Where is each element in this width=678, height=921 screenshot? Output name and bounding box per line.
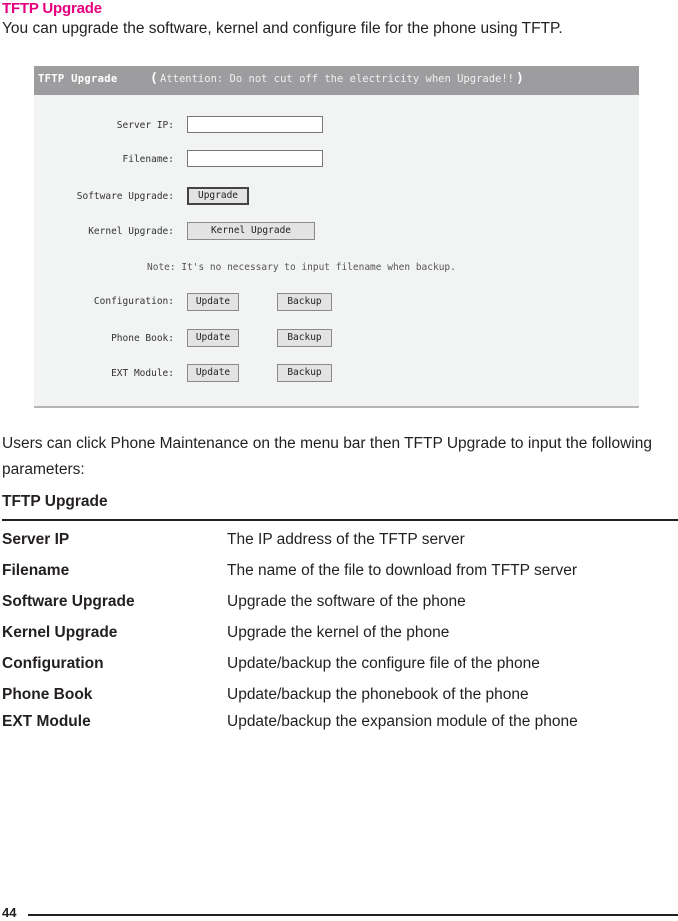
param-description: Update/backup the phonebook of the phone xyxy=(227,686,529,703)
filename-input[interactable] xyxy=(187,150,323,167)
footer-rule xyxy=(28,914,678,916)
instructions-paragraph: Users can click Phone Maintenance on the… xyxy=(2,435,652,478)
param-name: EXT Module xyxy=(2,713,91,730)
param-description: The name of the file to download from TF… xyxy=(227,562,578,579)
phone-book-backup-button[interactable]: Backup xyxy=(277,329,332,347)
param-name: Configuration xyxy=(2,655,104,672)
param-name: Phone Book xyxy=(2,686,93,703)
backup-note: Note: It's no necessary to input filenam… xyxy=(147,262,456,273)
phone-book-update-button[interactable]: Update xyxy=(187,329,239,347)
parameter-table-title: TFTP Upgrade xyxy=(2,493,108,510)
filename-label: Filename: xyxy=(122,154,174,165)
intro-text: You can upgrade the software, kernel and… xyxy=(2,20,563,37)
ext-module-label: EXT Module: xyxy=(111,368,174,379)
param-name: Kernel Upgrade xyxy=(2,624,118,641)
section-title: TFTP Upgrade xyxy=(2,0,102,17)
software-upgrade-button[interactable]: Upgrade xyxy=(187,187,249,205)
param-description: Update/backup the expansion module of th… xyxy=(227,713,578,730)
param-name: Filename xyxy=(2,562,70,579)
param-description: The IP address of the TFTP server xyxy=(227,531,465,548)
ext-module-update-button[interactable]: Update xyxy=(187,364,239,382)
ext-module-backup-button[interactable]: Backup xyxy=(277,364,332,382)
param-name: Server IP xyxy=(2,531,70,548)
configuration-backup-button[interactable]: Backup xyxy=(277,293,332,311)
configuration-update-button[interactable]: Update xyxy=(187,293,239,311)
param-name: Software Upgrade xyxy=(2,593,135,610)
kernel-upgrade-button[interactable]: Kernel Upgrade xyxy=(187,222,315,240)
page-number: 44 xyxy=(2,905,17,920)
param-description: Update/backup the configure file of the … xyxy=(227,655,540,672)
tftp-upgrade-screenshot: TFTP Upgrade ( Attention: Do not cut off… xyxy=(34,66,639,408)
software-upgrade-label: Software Upgrade: xyxy=(76,191,174,202)
panel-header: TFTP Upgrade ( Attention: Do not cut off… xyxy=(34,66,639,95)
kernel-upgrade-label: Kernel Upgrade: xyxy=(88,226,174,237)
open-paren: ( xyxy=(150,71,158,86)
server-ip-label: Server IP: xyxy=(116,120,174,131)
attention-text: Attention: Do not cut off the electricit… xyxy=(160,73,515,85)
close-paren: ) xyxy=(516,71,524,86)
table-divider xyxy=(2,519,678,521)
panel-title: TFTP Upgrade xyxy=(38,73,118,85)
param-description: Upgrade the kernel of the phone xyxy=(227,624,450,641)
param-description: Upgrade the software of the phone xyxy=(227,593,466,610)
configuration-label: Configuration: xyxy=(93,296,174,307)
phone-book-label: Phone Book: xyxy=(111,333,174,344)
server-ip-input[interactable] xyxy=(187,116,323,133)
